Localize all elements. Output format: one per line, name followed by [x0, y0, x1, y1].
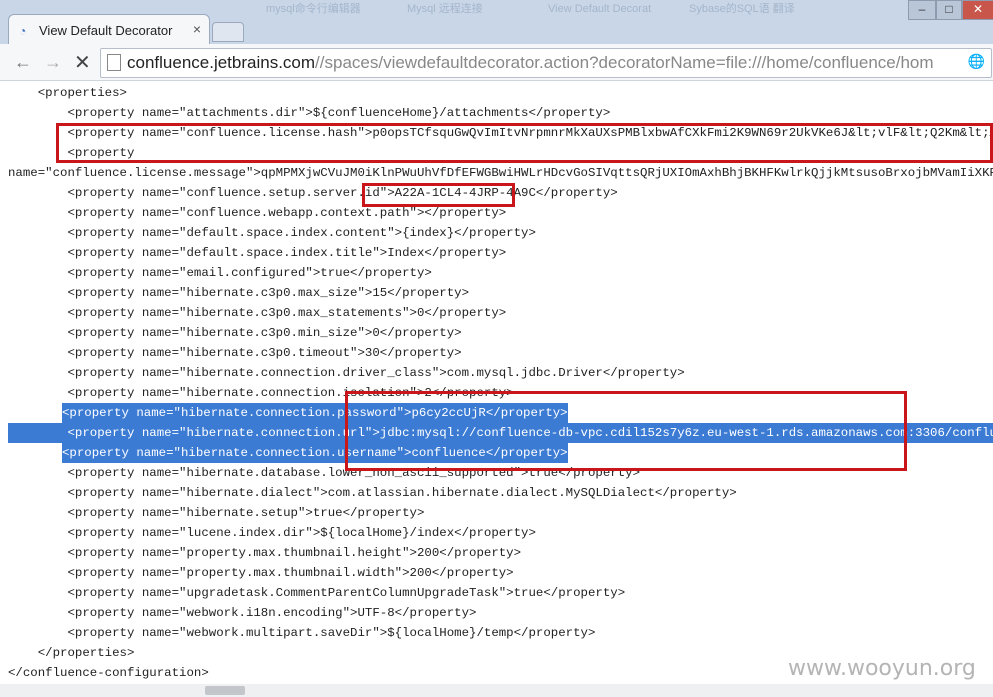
xml-document: <properties> <property name="attachments… — [0, 81, 993, 685]
xml-line: <property name="hibernate.connection.pas… — [62, 403, 568, 423]
tab-view-default-decorator[interactable]: ◔ View Default Decorator × — [8, 14, 210, 45]
xml-line: <property name="hibernate.connection.url… — [8, 423, 993, 443]
forward-button[interactable]: → — [44, 52, 62, 73]
xml-line: <property name="attachments.dir">${confl… — [8, 106, 611, 120]
xml-line: </confluence-configuration> — [8, 666, 209, 680]
xml-line: <property name="webwork.multipart.saveDi… — [8, 626, 596, 640]
translate-icon[interactable]: 🌐 — [968, 53, 985, 70]
loading-spinner-icon: ◔ — [19, 24, 27, 38]
xml-line: </properties> — [8, 646, 135, 660]
new-tab-button[interactable] — [212, 22, 244, 42]
xml-line: <property name="hibernate.c3p0.max_state… — [8, 306, 507, 320]
xml-line: name="confluence.license.message">qpMPMX… — [8, 166, 993, 180]
xml-line: <property — [8, 146, 135, 160]
xml-line: <property name="email.configured">true</… — [8, 266, 432, 280]
xml-line: <property name="hibernate.setup">true</p… — [8, 506, 425, 520]
xml-line: <property name="upgradetask.CommentParen… — [8, 586, 626, 600]
stop-button[interactable]: ✕ — [74, 50, 91, 75]
background-tab[interactable]: View Default Decorat — [532, 3, 673, 15]
xml-line: <properties> — [8, 86, 127, 100]
xml-line: <property name="hibernate.c3p0.max_size"… — [8, 286, 470, 300]
tab-close-icon[interactable]: × — [193, 21, 201, 37]
url-text[interactable]: confluence.jetbrains.com//spaces/viewdef… — [127, 53, 962, 73]
xml-line: <property name="default.space.index.titl… — [8, 246, 507, 260]
url-path: //spaces/viewdefaultdecorator.action?dec… — [315, 53, 934, 72]
xml-line: <property name="confluence.setup.server.… — [8, 186, 618, 200]
xml-line: <property name="confluence.license.hash"… — [8, 126, 993, 140]
horizontal-scrollbar[interactable] — [0, 684, 993, 697]
xml-line: <property name="lucene.index.dir">${loca… — [8, 526, 536, 540]
xml-line: <property name="hibernate.database.lower… — [8, 466, 641, 480]
watermark: www.wooyun.org — [788, 656, 976, 681]
background-tab[interactable]: mysql命令行编辑器 — [250, 0, 391, 16]
address-bar[interactable]: confluence.jetbrains.com//spaces/viewdef… — [100, 48, 992, 78]
xml-line: <property name="hibernate.connection.iso… — [8, 386, 514, 400]
xml-line: <property name="hibernate.connection.dri… — [8, 366, 685, 380]
maximize-button[interactable]: □ — [936, 0, 962, 20]
background-tab[interactable]: Sybase的SQL语 翻译 — [673, 0, 814, 16]
tab-strip: mysql命令行编辑器 Mysql 远程连接 View Default Decora… — [0, 0, 993, 45]
close-window-button[interactable]: ✕ — [962, 0, 993, 20]
xml-line: <property name="hibernate.c3p0.timeout">… — [8, 346, 462, 360]
back-button[interactable]: ← — [14, 52, 32, 73]
tab-title: View Default Decorator — [39, 23, 173, 38]
xml-line: <property name="property.max.thumbnail.w… — [8, 566, 514, 580]
xml-line: <property name="confluence.webapp.contex… — [8, 206, 507, 220]
page-icon — [107, 54, 121, 71]
xml-line: <property name="default.space.index.cont… — [8, 226, 536, 240]
background-tab[interactable]: Mysql 远程连接 — [391, 0, 532, 16]
minimize-button[interactable]: – — [908, 0, 936, 20]
xml-line: <property name="webwork.i18n.encoding">U… — [8, 606, 477, 620]
xml-line: <property name="hibernate.c3p0.min_size"… — [8, 326, 462, 340]
browser-toolbar: ← → ✕ confluence.jetbrains.com//spaces/v… — [0, 44, 993, 81]
scrollbar-thumb[interactable] — [205, 686, 245, 695]
background-tabs[interactable]: mysql命令行编辑器 Mysql 远程连接 View Default Decora… — [250, 0, 910, 20]
xml-line: <property name="hibernate.dialect">com.a… — [8, 486, 737, 500]
xml-line: <property name="hibernate.connection.use… — [62, 443, 568, 463]
xml-line: <property name="property.max.thumbnail.h… — [8, 546, 522, 560]
url-host: confluence.jetbrains.com — [127, 53, 316, 72]
